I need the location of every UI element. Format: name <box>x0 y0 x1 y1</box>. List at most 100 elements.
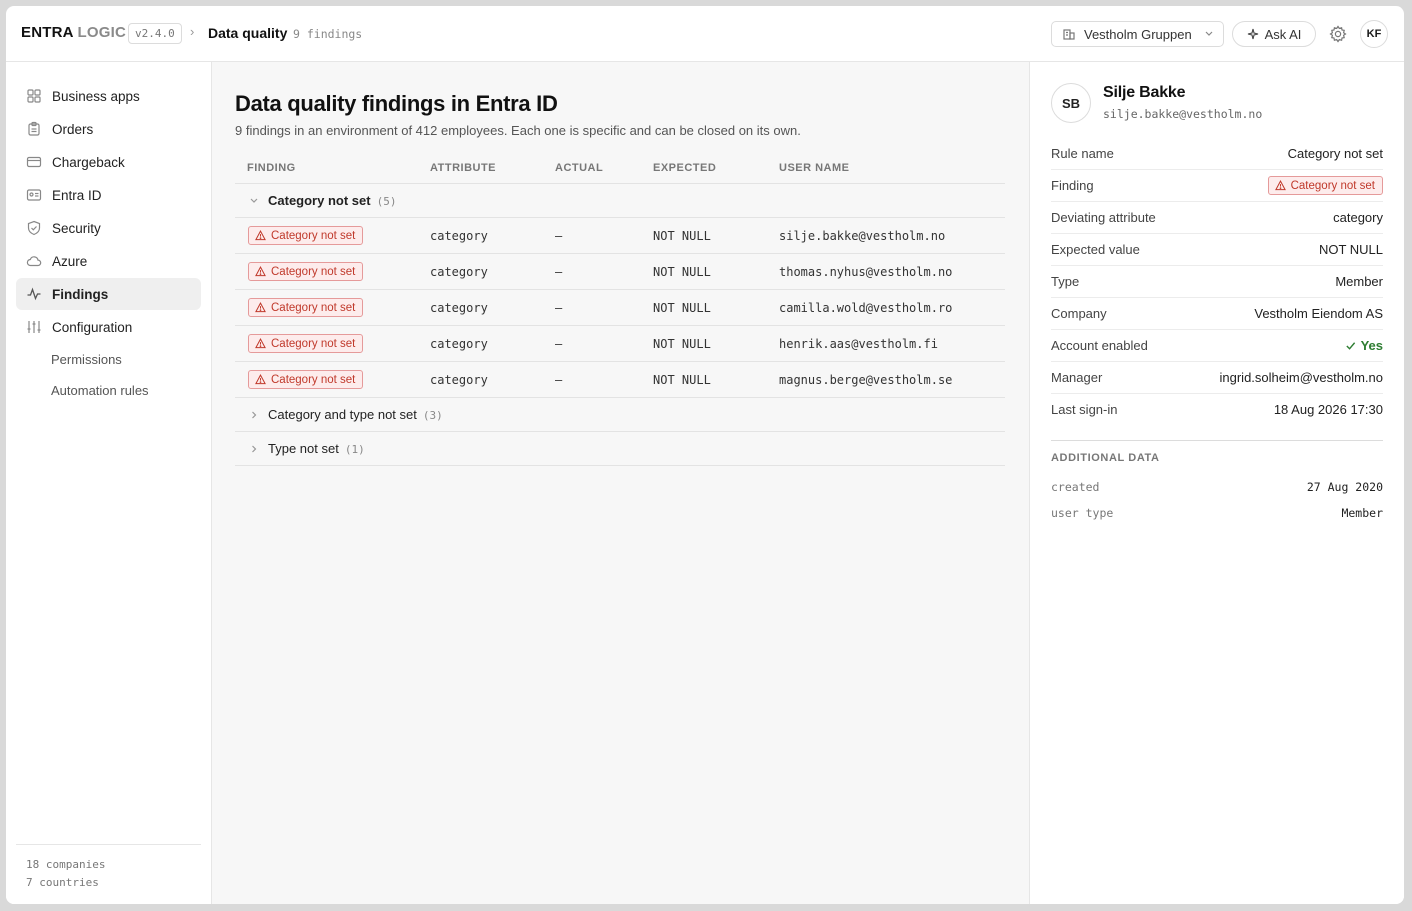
detail-key: Last sign-in <box>1051 402 1118 417</box>
user-cell: henrik.aas@vestholm.fi <box>779 337 938 351</box>
org-selector-label: Vestholm Gruppen <box>1084 26 1192 42</box>
warning-icon <box>255 374 266 385</box>
group-label: Category and type not set <box>268 407 417 422</box>
group-row-category-and-type-not-set[interactable]: Category and type not set (3) <box>235 398 1005 432</box>
finding-badge: Category not set <box>248 298 364 317</box>
companies-count: 18 companies <box>26 858 106 871</box>
detail-key: Finding <box>1051 178 1094 193</box>
main-content: Data quality findings in Entra ID 9 find… <box>212 62 1029 904</box>
expected-cell: NOT NULL <box>653 373 711 387</box>
sidebar-item-label: Entra ID <box>52 187 102 203</box>
sidebar-item-findings[interactable]: Findings <box>16 278 201 310</box>
sidebar-subitem-automation-rules[interactable]: Automation rules <box>51 383 149 398</box>
detail-row-rule-name: Rule name Category not set <box>1051 138 1383 170</box>
column-header-user-name[interactable]: USER NAME <box>779 162 850 174</box>
brand-logo[interactable]: ENTRA LOGIC <box>21 24 126 41</box>
expected-cell: NOT NULL <box>653 337 711 351</box>
table-row[interactable]: Category not set category — NOT NULL cam… <box>235 290 1005 326</box>
attribute-cell: category <box>430 301 488 315</box>
ask-ai-label: Ask AI <box>1264 26 1302 42</box>
sidebar-item-orders[interactable]: Orders <box>16 113 201 145</box>
detail-value: category <box>1333 210 1383 225</box>
ask-ai-button[interactable]: Ask AI <box>1232 21 1316 47</box>
sidebar-item-chargeback[interactable]: Chargeback <box>16 146 201 178</box>
gear-icon[interactable] <box>1328 24 1348 44</box>
group-row-category-not-set[interactable]: Category not set (5) <box>235 184 1005 218</box>
org-selector[interactable]: Vestholm Gruppen <box>1051 21 1224 47</box>
clipboard-icon <box>26 121 42 137</box>
version-badge: v2.4.0 <box>128 23 182 44</box>
additional-key: user type <box>1051 506 1114 520</box>
chevron-right-icon <box>249 408 259 422</box>
warning-icon <box>1274 180 1286 191</box>
chevron-down-icon <box>1204 27 1214 41</box>
sidebar-item-label: Security <box>52 220 101 236</box>
sidebar-item-configuration[interactable]: Configuration <box>16 311 201 343</box>
sidebar-footer: 18 companies 7 countries <box>16 844 201 892</box>
sidebar-item-label: Findings <box>52 286 109 302</box>
detail-row-expected-value: Expected value NOT NULL <box>1051 234 1383 266</box>
sidebar-subitem-permissions[interactable]: Permissions <box>51 352 122 367</box>
sidebar-item-security[interactable]: Security <box>16 212 201 244</box>
finding-badge: Category not set <box>248 262 364 281</box>
table-row[interactable]: Category not set category — NOT NULL sil… <box>235 218 1005 254</box>
actual-cell: — <box>555 229 563 243</box>
finding-badge: Category not set <box>1267 176 1383 195</box>
column-header-finding[interactable]: FINDING <box>247 162 296 174</box>
page-subtitle: 9 findings in an environment of 412 empl… <box>235 123 801 138</box>
brand-primary: ENTRA <box>21 24 74 41</box>
detail-name: Silje Bakke <box>1103 84 1186 101</box>
user-cell: camilla.wold@vestholm.ro <box>779 301 953 315</box>
chevron-down-icon <box>249 194 259 208</box>
credit-card-icon <box>26 154 42 170</box>
sidebar-item-label: Azure <box>52 253 88 269</box>
additional-value: 27 Aug 2020 <box>1306 480 1383 494</box>
actual-cell: — <box>555 373 563 387</box>
findings-table: FINDING ATTRIBUTE ACTUAL EXPECTED USER N… <box>235 152 1005 466</box>
detail-key: Account enabled <box>1051 338 1148 353</box>
detail-value: 18 Aug 2026 17:30 <box>1273 402 1383 417</box>
sparkle-icon <box>1247 28 1259 40</box>
sidebar-item-azure[interactable]: Azure <box>16 245 201 277</box>
sidebar-item-label: Business apps <box>52 88 140 104</box>
findings-count: 9 findings <box>293 27 363 41</box>
detail-row-last-sign-in: Last sign-in 18 Aug 2026 17:30 <box>1051 394 1383 426</box>
activity-icon <box>26 286 42 302</box>
detail-key: Manager <box>1051 370 1103 385</box>
detail-row-finding: Finding Category not set <box>1051 170 1383 202</box>
detail-value: Category not set <box>1287 146 1383 161</box>
attribute-cell: category <box>430 229 488 243</box>
shield-icon <box>26 220 42 236</box>
column-header-attribute[interactable]: ATTRIBUTE <box>430 162 496 174</box>
sliders-icon <box>26 319 42 335</box>
sidebar-item-entra-id[interactable]: Entra ID <box>16 179 201 211</box>
table-row[interactable]: Category not set category — NOT NULL tho… <box>235 254 1005 290</box>
finding-label: Category not set <box>271 229 356 242</box>
column-header-expected[interactable]: EXPECTED <box>653 162 716 174</box>
breadcrumb-separator: › <box>190 24 195 39</box>
detail-email: silje.bakke@vestholm.no <box>1103 107 1263 121</box>
grid-icon <box>26 88 42 104</box>
user-cell: silje.bakke@vestholm.no <box>779 229 946 243</box>
table-row[interactable]: Category not set category — NOT NULL mag… <box>235 362 1005 398</box>
detail-value: Member <box>1335 274 1383 289</box>
additional-key: created <box>1051 480 1100 494</box>
table-header: FINDING ATTRIBUTE ACTUAL EXPECTED USER N… <box>235 152 1005 184</box>
warning-icon <box>255 266 266 277</box>
app-window: ENTRA LOGIC v2.4.0 › Data quality 9 find… <box>6 6 1404 904</box>
sidebar-item-business-apps[interactable]: Business apps <box>16 80 201 112</box>
group-count: (1) <box>344 443 365 456</box>
column-header-actual[interactable]: ACTUAL <box>555 162 603 174</box>
expected-cell: NOT NULL <box>653 265 711 279</box>
cloud-icon <box>26 253 42 269</box>
table-row[interactable]: Category not set category — NOT NULL hen… <box>235 326 1005 362</box>
id-card-icon <box>26 187 42 203</box>
group-label: Category not set <box>268 193 371 208</box>
detail-avatar: SB <box>1051 83 1091 123</box>
group-row-type-not-set[interactable]: Type not set (1) <box>235 432 1005 466</box>
finding-label: Category not set <box>271 337 356 350</box>
detail-panel: SB Silje Bakke silje.bakke@vestholm.no R… <box>1029 62 1404 904</box>
detail-row-company: Company Vestholm Eiendom AS <box>1051 298 1383 330</box>
user-avatar[interactable]: KF <box>1360 20 1388 48</box>
detail-row-type: Type Member <box>1051 266 1383 298</box>
